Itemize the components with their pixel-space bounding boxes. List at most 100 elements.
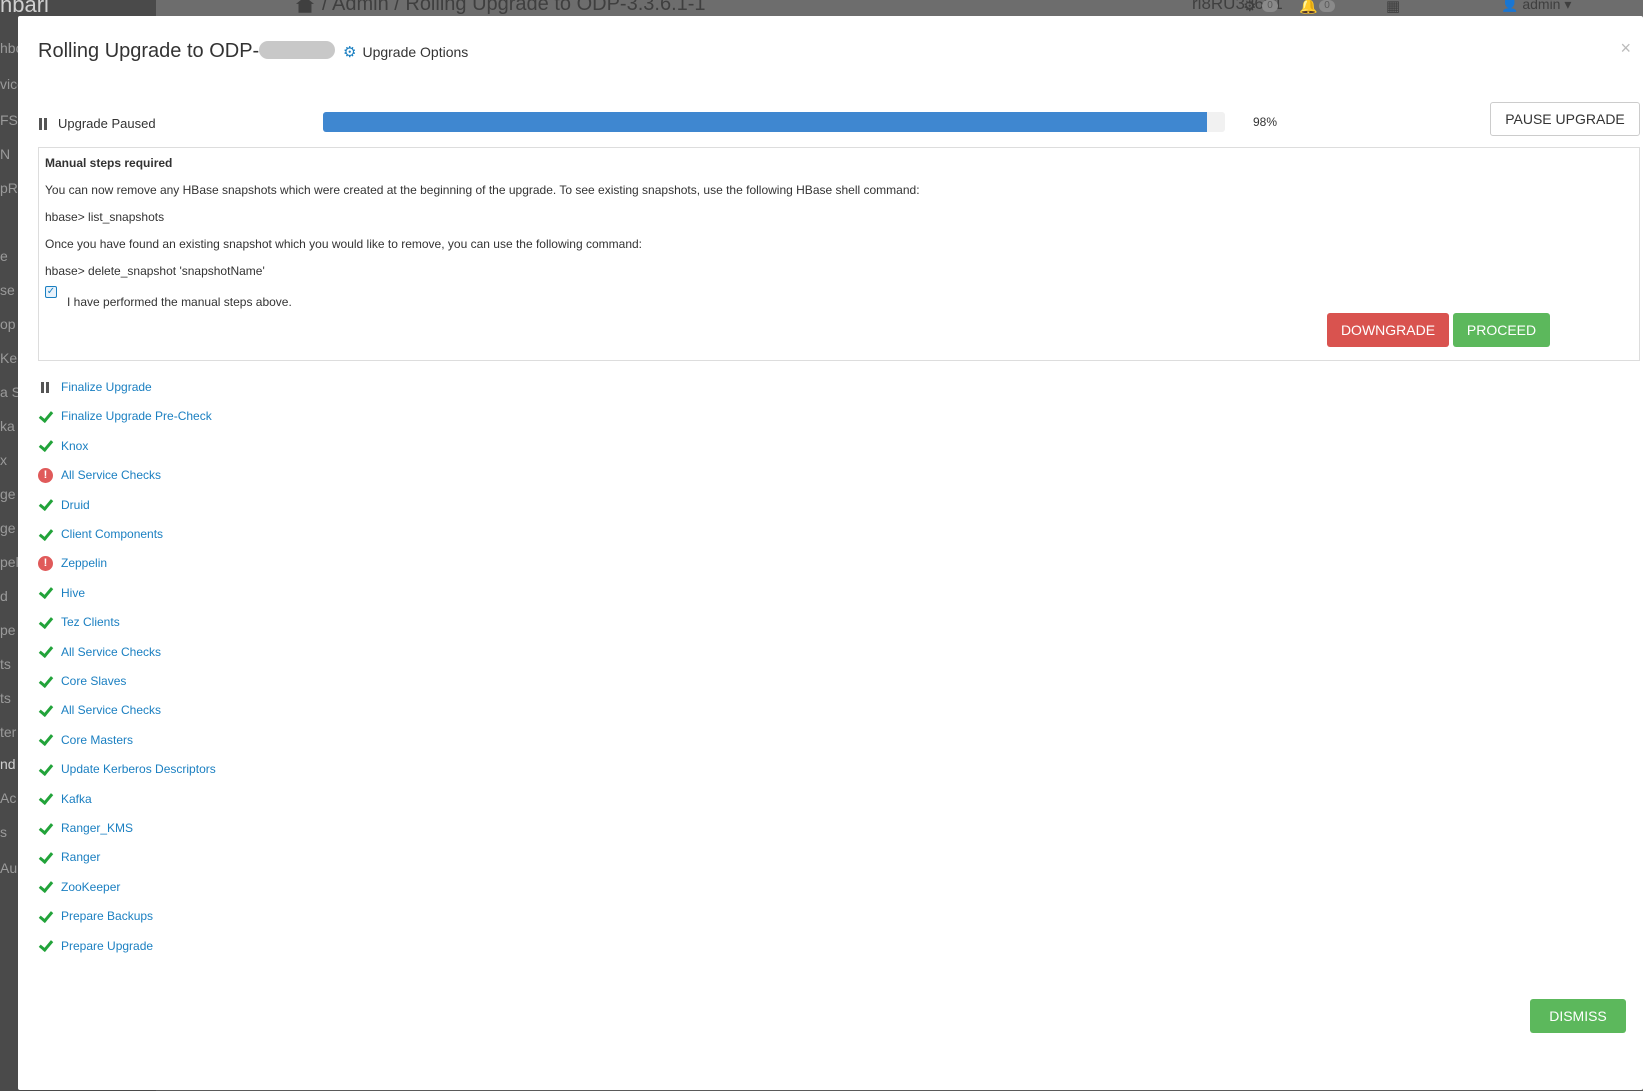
sidebar-item[interactable]: ts bbox=[0, 690, 11, 706]
upgrade-step-link[interactable]: All Service Checks bbox=[61, 468, 161, 482]
user-menu[interactable]: 👤 admin ▾ bbox=[1501, 0, 1571, 13]
manual-step-text: You can now remove any HBase snapshots w… bbox=[45, 183, 920, 197]
gear-icon[interactable]: ⚙ bbox=[1243, 0, 1256, 15]
upgrade-step[interactable]: Prepare Upgrade bbox=[38, 937, 153, 955]
rolling-upgrade-modal: Rolling Upgrade to ODP- ⚙ Upgrade Option… bbox=[18, 16, 1643, 1090]
check-icon bbox=[38, 821, 53, 836]
check-icon bbox=[38, 879, 53, 894]
check-icon bbox=[38, 615, 53, 630]
downgrade-button[interactable]: DOWNGRADE bbox=[1327, 313, 1449, 347]
upgrade-step[interactable]: Druid bbox=[38, 496, 90, 514]
upgrade-step-link[interactable]: Finalize Upgrade Pre-Check bbox=[61, 409, 212, 423]
check-icon bbox=[38, 585, 53, 600]
upgrade-step[interactable]: ZooKeeper bbox=[38, 878, 120, 896]
upgrade-step-link[interactable]: Prepare Upgrade bbox=[61, 939, 153, 953]
upgrade-step[interactable]: All Service Checks bbox=[38, 701, 161, 719]
check-icon bbox=[38, 674, 53, 689]
upgrade-step[interactable]: Ranger_KMS bbox=[38, 819, 133, 837]
sidebar-item[interactable]: N bbox=[0, 146, 10, 162]
upgrade-step[interactable]: Kafka bbox=[38, 790, 92, 808]
sidebar-item[interactable]: e bbox=[0, 248, 8, 264]
sidebar-item[interactable]: ka bbox=[0, 418, 15, 434]
check-icon bbox=[38, 850, 53, 865]
sidebar-item[interactable]: Ke bbox=[0, 350, 17, 366]
upgrade-step-link[interactable]: Tez Clients bbox=[61, 615, 120, 629]
grid-icon[interactable]: ▦ bbox=[1386, 0, 1400, 15]
sidebar-item[interactable]: pe bbox=[0, 622, 16, 638]
upgrade-step[interactable]: Zeppelin bbox=[38, 554, 107, 572]
manual-steps-checkbox[interactable]: ✓ bbox=[45, 286, 57, 298]
upgrade-step-link[interactable]: Zeppelin bbox=[61, 556, 107, 570]
upgrade-step-link[interactable]: ZooKeeper bbox=[61, 880, 120, 894]
upgrade-step[interactable]: Update Kerberos Descriptors bbox=[38, 760, 216, 778]
upgrade-step-link[interactable]: Core Masters bbox=[61, 733, 133, 747]
sidebar-item[interactable]: op bbox=[0, 316, 16, 332]
upgrade-step-link[interactable]: Ranger bbox=[61, 850, 100, 864]
upgrade-step-link[interactable]: Ranger_KMS bbox=[61, 821, 133, 835]
check-icon bbox=[38, 938, 53, 953]
manual-step-command: hbase> list_snapshots bbox=[45, 210, 165, 224]
pause-upgrade-button[interactable]: PAUSE UPGRADE bbox=[1490, 102, 1640, 136]
upgrade-step-link[interactable]: Prepare Backups bbox=[61, 909, 153, 923]
check-icon bbox=[38, 909, 53, 924]
check-icon bbox=[38, 527, 53, 542]
upgrade-step-link[interactable]: Druid bbox=[61, 498, 90, 512]
manual-step-command: hbase> delete_snapshot 'snapshotName' bbox=[45, 264, 265, 278]
sidebar-item[interactable]: ter bbox=[0, 724, 16, 740]
sidebar-item[interactable]: FS bbox=[0, 112, 18, 128]
home-icon[interactable] bbox=[296, 0, 314, 13]
upgrade-step-link[interactable]: Kafka bbox=[61, 792, 92, 806]
check-icon bbox=[38, 732, 53, 747]
upgrade-step[interactable]: Tez Clients bbox=[38, 613, 120, 631]
check-icon bbox=[38, 409, 53, 424]
error-icon bbox=[38, 467, 53, 483]
manual-steps-panel: Manual steps required You can now remove… bbox=[38, 147, 1640, 361]
sidebar-item[interactable]: se bbox=[0, 282, 15, 298]
manual-steps-checkbox-label[interactable]: I have performed the manual steps above. bbox=[67, 295, 292, 309]
upgrade-options-link[interactable]: ⚙ Upgrade Options bbox=[343, 43, 468, 61]
upgrade-step[interactable]: All Service Checks bbox=[38, 466, 161, 484]
dismiss-button[interactable]: DISMISS bbox=[1530, 999, 1626, 1033]
upgrade-step[interactable]: Prepare Backups bbox=[38, 907, 153, 925]
check-icon bbox=[38, 644, 53, 659]
close-icon[interactable]: × bbox=[1620, 38, 1631, 59]
upgrade-step[interactable]: Knox bbox=[38, 437, 88, 455]
upgrade-step[interactable]: Core Slaves bbox=[38, 672, 126, 690]
upgrade-step[interactable]: Client Components bbox=[38, 525, 163, 543]
upgrade-step-link[interactable]: Core Slaves bbox=[61, 674, 126, 688]
redacted-version bbox=[259, 41, 336, 59]
check-icon bbox=[38, 762, 53, 777]
sidebar-item[interactable]: pel bbox=[0, 554, 19, 570]
upgrade-step-link[interactable]: Finalize Upgrade bbox=[61, 380, 152, 394]
gears-icon: ⚙ bbox=[343, 44, 357, 61]
sidebar-item[interactable]: nd bbox=[0, 756, 16, 772]
alerts-count-badge: 0 bbox=[1319, 0, 1335, 12]
sidebar-item[interactable]: ge bbox=[0, 520, 16, 536]
breadcrumb: / Admin / Rolling Upgrade to ODP-3.3.6.1… bbox=[296, 0, 706, 16]
bell-icon[interactable]: 🔔 bbox=[1299, 0, 1318, 15]
upgrade-step-link[interactable]: Knox bbox=[61, 439, 88, 453]
upgrade-step[interactable]: Core Masters bbox=[38, 731, 133, 749]
sidebar-item[interactable]: ge bbox=[0, 486, 16, 502]
sidebar-item[interactable]: s bbox=[0, 824, 7, 840]
upgrade-step[interactable]: Finalize Upgrade Pre-Check bbox=[38, 407, 212, 425]
upgrade-progress-bar bbox=[323, 112, 1225, 132]
sidebar-item[interactable]: ts bbox=[0, 656, 11, 672]
upgrade-step[interactable]: Finalize Upgrade bbox=[38, 378, 152, 396]
sidebar-item[interactable]: Au bbox=[0, 860, 17, 876]
upgrade-step[interactable]: Hive bbox=[38, 584, 85, 602]
check-icon bbox=[38, 791, 53, 806]
sidebar-item[interactable]: Ac bbox=[0, 790, 16, 806]
upgrade-step-link[interactable]: All Service Checks bbox=[61, 703, 161, 717]
upgrade-step-link[interactable]: Hive bbox=[61, 586, 85, 600]
sidebar-item[interactable]: d bbox=[0, 588, 8, 604]
sidebar-item[interactable]: x bbox=[0, 452, 7, 468]
background-topbar: / Admin / Rolling Upgrade to ODP-3.3.6.1… bbox=[156, 0, 1643, 16]
upgrade-step[interactable]: Ranger bbox=[38, 848, 100, 866]
upgrade-step-link[interactable]: Update Kerberos Descriptors bbox=[61, 762, 216, 776]
upgrade-step-link[interactable]: Client Components bbox=[61, 527, 163, 541]
upgrade-step-link[interactable]: All Service Checks bbox=[61, 645, 161, 659]
upgrade-step[interactable]: All Service Checks bbox=[38, 643, 161, 661]
proceed-button[interactable]: PROCEED bbox=[1453, 313, 1550, 347]
upgrade-status-row: Upgrade Paused 98% PAUSE UPGRADE bbox=[38, 102, 1640, 142]
